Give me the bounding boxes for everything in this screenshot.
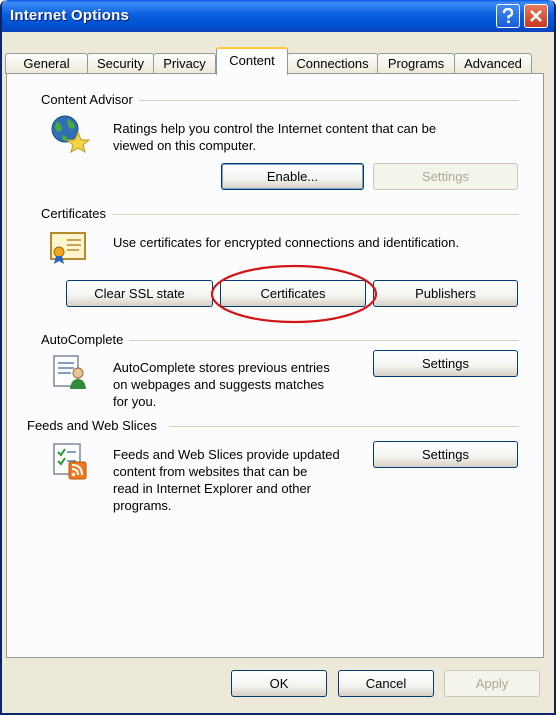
tab-advanced[interactable]: Advanced bbox=[454, 53, 532, 74]
close-button[interactable] bbox=[524, 4, 548, 28]
tab-strip: General Security Privacy Content Connect… bbox=[2, 44, 554, 75]
content-advisor-description-2: viewed on this computer. bbox=[113, 138, 257, 153]
enable-button[interactable]: Enable... bbox=[221, 163, 364, 190]
certificates-description: Use certificates for encrypted connectio… bbox=[113, 235, 460, 250]
title-bar[interactable]: Internet Options bbox=[2, 0, 554, 32]
close-icon bbox=[529, 9, 543, 23]
autocomplete-description-2: on webpages and suggests matches bbox=[113, 377, 325, 392]
feeds-description-2: content from websites that can be bbox=[113, 464, 308, 479]
help-button[interactable] bbox=[496, 4, 520, 28]
content-tab-panel: Content Advisor Ratings help you control… bbox=[6, 73, 544, 658]
certificates-title: Certificates bbox=[41, 206, 113, 221]
tab-programs[interactable]: Programs bbox=[377, 53, 455, 74]
feeds-description-3: read in Internet Explorer and other bbox=[113, 481, 312, 496]
group-divider bbox=[117, 100, 519, 101]
internet-options-window: Internet Options General Security Privac… bbox=[0, 0, 556, 715]
certificates-button[interactable]: Certificates bbox=[220, 280, 366, 307]
tab-general[interactable]: General bbox=[5, 53, 88, 74]
tab-connections[interactable]: Connections bbox=[287, 53, 378, 74]
content-advisor-settings-button[interactable]: Settings bbox=[373, 163, 518, 190]
feeds-description-4: programs. bbox=[113, 498, 172, 513]
feeds-icon bbox=[51, 442, 89, 480]
feeds-title: Feeds and Web Slices bbox=[27, 418, 163, 433]
ok-button[interactable]: OK bbox=[231, 670, 327, 697]
cancel-button[interactable]: Cancel bbox=[338, 670, 434, 697]
autocomplete-settings-button[interactable]: Settings bbox=[373, 350, 518, 377]
apply-button[interactable]: Apply bbox=[444, 670, 540, 697]
autocomplete-description-1: AutoComplete stores previous entries bbox=[113, 360, 330, 375]
clear-ssl-state-button[interactable]: Clear SSL state bbox=[66, 280, 213, 307]
content-advisor-icon bbox=[47, 113, 93, 154]
group-divider bbox=[111, 340, 519, 341]
publishers-button[interactable]: Publishers bbox=[373, 280, 518, 307]
group-divider bbox=[169, 426, 519, 427]
help-icon bbox=[501, 8, 515, 24]
autocomplete-icon bbox=[51, 354, 89, 390]
tab-privacy[interactable]: Privacy bbox=[153, 53, 216, 74]
feeds-description-1: Feeds and Web Slices provide updated bbox=[113, 447, 340, 462]
group-divider bbox=[93, 214, 519, 215]
certificate-icon bbox=[49, 231, 87, 265]
feeds-settings-button[interactable]: Settings bbox=[373, 441, 518, 468]
content-advisor-title: Content Advisor bbox=[41, 92, 139, 107]
dialog-button-bar: OK Cancel Apply bbox=[2, 660, 554, 713]
tab-security[interactable]: Security bbox=[87, 53, 154, 74]
window-title: Internet Options bbox=[10, 7, 130, 24]
autocomplete-description-3: for you. bbox=[113, 394, 157, 409]
content-advisor-description-1: Ratings help you control the Internet co… bbox=[113, 121, 437, 136]
tab-content[interactable]: Content bbox=[216, 47, 288, 75]
autocomplete-title: AutoComplete bbox=[41, 332, 130, 347]
